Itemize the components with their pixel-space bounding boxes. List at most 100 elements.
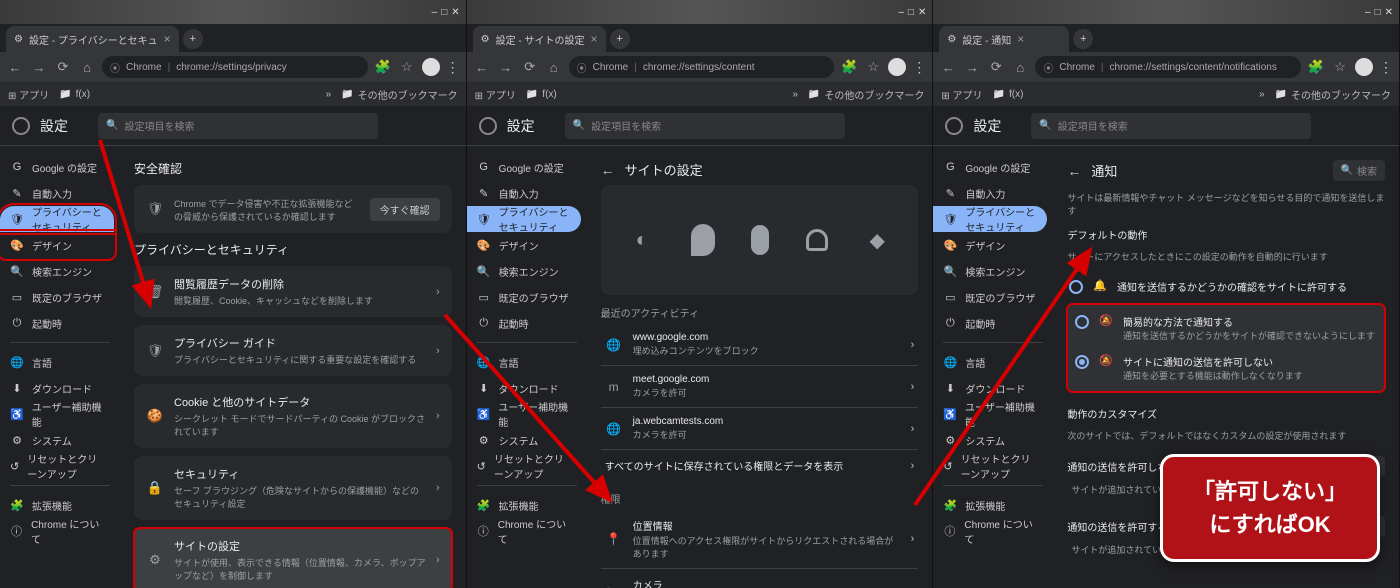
home-button[interactable]: ⌂	[545, 60, 563, 75]
extensions-icon[interactable]: 🧩	[1307, 59, 1325, 75]
close-tab-icon[interactable]: ×	[1017, 32, 1024, 46]
sidebar-item[interactable]: 🌐言語	[467, 349, 581, 375]
sidebar-item[interactable]: ⬇ダウンロード	[933, 375, 1047, 401]
profile-avatar[interactable]	[888, 58, 906, 76]
menu-button[interactable]: ⋮	[1379, 59, 1393, 76]
sidebar-item[interactable]: 🧩拡張機能	[933, 492, 1047, 518]
settings-search[interactable]: 🔍設定項目を検索	[98, 113, 378, 139]
sidebar-item[interactable]: 🎨デザイン	[467, 232, 581, 258]
permission-row[interactable]: 📍位置情報位置情報へのアクセス権限がサイトからリクエストされる場合があります›	[601, 510, 919, 568]
profile-avatar[interactable]	[1355, 58, 1373, 76]
sidebar-item[interactable]: ♿ユーザー補助機能	[467, 401, 581, 427]
sidebar-item[interactable]: 🧩拡張機能	[467, 492, 581, 518]
home-button[interactable]: ⌂	[1011, 60, 1029, 75]
apps-shortcut[interactable]: ⊞ アプリ	[8, 87, 49, 102]
sidebar-item[interactable]: ▭既定のブラウザ	[0, 284, 114, 310]
bookmark-folder[interactable]: f(x)	[993, 89, 1024, 100]
back-button[interactable]: ←	[6, 60, 24, 75]
sidebar-item[interactable]: ⚙システム	[933, 427, 1047, 453]
permission-row[interactable]: 📷カメラサイトがカメラの使用を要求できるようにする›	[601, 568, 919, 588]
forward-button[interactable]: →	[497, 60, 515, 75]
recent-site-row[interactable]: 🌐www.google.com埋め込みコンテンツをブロック›	[601, 324, 919, 365]
sidebar-item[interactable]: ⏻起動時	[933, 310, 1047, 336]
close-tab-icon[interactable]: ×	[164, 32, 171, 46]
sidebar-item[interactable]: ♿ユーザー補助機能	[0, 401, 114, 427]
other-bookmarks[interactable]: その他のブックマーク	[341, 87, 457, 102]
home-button[interactable]: ⌂	[78, 60, 96, 75]
browser-tab[interactable]: ⚙設定 - プライバシーとセキュ×	[6, 26, 179, 52]
sidebar-item[interactable]: 🛡プライバシーとセキュリティ	[467, 206, 581, 232]
sidebar-item[interactable]: ▭既定のブラウザ	[933, 284, 1047, 310]
radio-button[interactable]	[1075, 315, 1089, 329]
sidebar-item[interactable]: ⬇ダウンロード	[467, 375, 581, 401]
back-arrow[interactable]: ←	[1067, 163, 1081, 179]
sidebar-item[interactable]: GGoogle の設定	[933, 154, 1047, 180]
bookmark-folder[interactable]: f(x)	[59, 89, 90, 100]
close-tab-icon[interactable]: ×	[591, 32, 598, 46]
back-button[interactable]: ←	[939, 60, 957, 75]
address-bar[interactable]: ⦿Chrome|chrome://settings/content	[569, 56, 835, 78]
browser-tab[interactable]: ⚙設定 - 通知×	[939, 26, 1069, 52]
extensions-icon[interactable]: 🧩	[840, 59, 858, 75]
sidebar-item[interactable]: ✎自動入力	[933, 180, 1047, 206]
sidebar-item[interactable]: 🛡プライバシーとセキュリティ	[933, 206, 1047, 232]
sidebar-item[interactable]: ↺リセットとクリーンアップ	[0, 453, 114, 479]
settings-search[interactable]: 🔍設定項目を検索	[565, 113, 845, 139]
menu-button[interactable]: ⋮	[912, 59, 926, 76]
sidebar-item[interactable]: 🎨デザイン	[0, 232, 114, 258]
sidebar-item[interactable]: 🎨デザイン	[933, 232, 1047, 258]
sidebar-item[interactable]: ⓘChrome について	[933, 518, 1047, 544]
forward-button[interactable]: →	[963, 60, 981, 75]
back-button[interactable]: ←	[473, 60, 491, 75]
sidebar-item[interactable]: ⏻起動時	[467, 310, 581, 336]
new-tab-button[interactable]: +	[1073, 29, 1093, 49]
check-now-button[interactable]: 今すぐ確認	[370, 198, 440, 221]
radio-option[interactable]: 🔕簡易的な方法で通知する通知を送信するかどうかをサイトが確認できないようにします	[1073, 308, 1379, 348]
sidebar-item[interactable]: 🌐言語	[0, 349, 114, 375]
sidebar-item[interactable]: ↺リセットとクリーンアップ	[467, 453, 581, 479]
other-bookmarks[interactable]: その他のブックマーク	[808, 87, 924, 102]
show-all-sites[interactable]: すべてのサイトに保存されている権限とデータを表示›	[601, 449, 919, 481]
sidebar-item[interactable]: ✎自動入力	[467, 180, 581, 206]
sidebar-item[interactable]: ⏻起動時	[0, 310, 114, 336]
radio-button[interactable]	[1069, 280, 1083, 294]
address-bar[interactable]: ⦿Chrome|chrome://settings/privacy	[102, 56, 368, 78]
recent-site-row[interactable]: 🌐ja.webcamtests.comカメラを許可›	[601, 407, 919, 449]
radio-option[interactable]: 🔔通知を送信するかどうかの確認をサイトに許可する	[1067, 273, 1385, 300]
sidebar-item[interactable]: 🛡プライバシーとセキュリティ	[0, 206, 114, 232]
sidebar-item[interactable]: ⓘChrome について	[467, 518, 581, 544]
sidebar-item[interactable]: ⬇ダウンロード	[0, 375, 114, 401]
sidebar-item[interactable]: ⚙システム	[467, 427, 581, 453]
radio-button[interactable]	[1075, 355, 1089, 369]
star-icon[interactable]: ☆	[864, 59, 882, 75]
address-bar[interactable]: ⦿Chrome|chrome://settings/content/notifi…	[1035, 56, 1301, 78]
new-tab-button[interactable]: +	[183, 29, 203, 49]
star-icon[interactable]: ☆	[1331, 59, 1349, 75]
chevron-right-icon[interactable]: »	[792, 89, 798, 100]
recent-site-row[interactable]: mmeet.google.comカメラを許可›	[601, 365, 919, 407]
bookmark-folder[interactable]: f(x)	[526, 89, 557, 100]
sidebar-item[interactable]: ↺リセットとクリーンアップ	[933, 453, 1047, 479]
radio-option[interactable]: 🔕サイトに通知の送信を許可しない通知を必要とする機能は動作しなくなります	[1073, 348, 1379, 388]
settings-row[interactable]: 🍪Cookie と他のサイトデータシークレット モードでサードパーティの Coo…	[134, 384, 452, 448]
reload-button[interactable]: ⟳	[54, 59, 72, 75]
sidebar-item[interactable]: GGoogle の設定	[0, 154, 114, 180]
other-bookmarks[interactable]: その他のブックマーク	[1275, 87, 1391, 102]
chevron-right-icon[interactable]: »	[326, 89, 332, 100]
reload-button[interactable]: ⟳	[521, 59, 539, 75]
settings-row[interactable]: ⚙サイトの設定サイトが使用、表示できる情報（位置情報、カメラ、ポップアップなど）…	[134, 528, 452, 588]
settings-row[interactable]: 🛡プライバシー ガイドプライバシーとセキュリティに関する重要な設定を確認する›	[134, 325, 452, 376]
sidebar-item[interactable]: 🌐言語	[933, 349, 1047, 375]
extensions-icon[interactable]: 🧩	[374, 59, 392, 75]
forward-button[interactable]: →	[30, 60, 48, 75]
sidebar-item[interactable]: ⓘChrome について	[0, 518, 114, 544]
sidebar-item[interactable]: GGoogle の設定	[467, 154, 581, 180]
back-arrow[interactable]: ←	[601, 162, 615, 178]
sidebar-item[interactable]: ✎自動入力	[0, 180, 114, 206]
sidebar-item[interactable]: 🧩拡張機能	[0, 492, 114, 518]
star-icon[interactable]: ☆	[398, 59, 416, 75]
chevron-right-icon[interactable]: »	[1259, 89, 1265, 100]
settings-search[interactable]: 🔍設定項目を検索	[1031, 113, 1311, 139]
reload-button[interactable]: ⟳	[987, 59, 1005, 75]
settings-row[interactable]: 🔒セキュリティセーフ ブラウジング（危険なサイトからの保護機能）などのセキュリテ…	[134, 456, 452, 520]
